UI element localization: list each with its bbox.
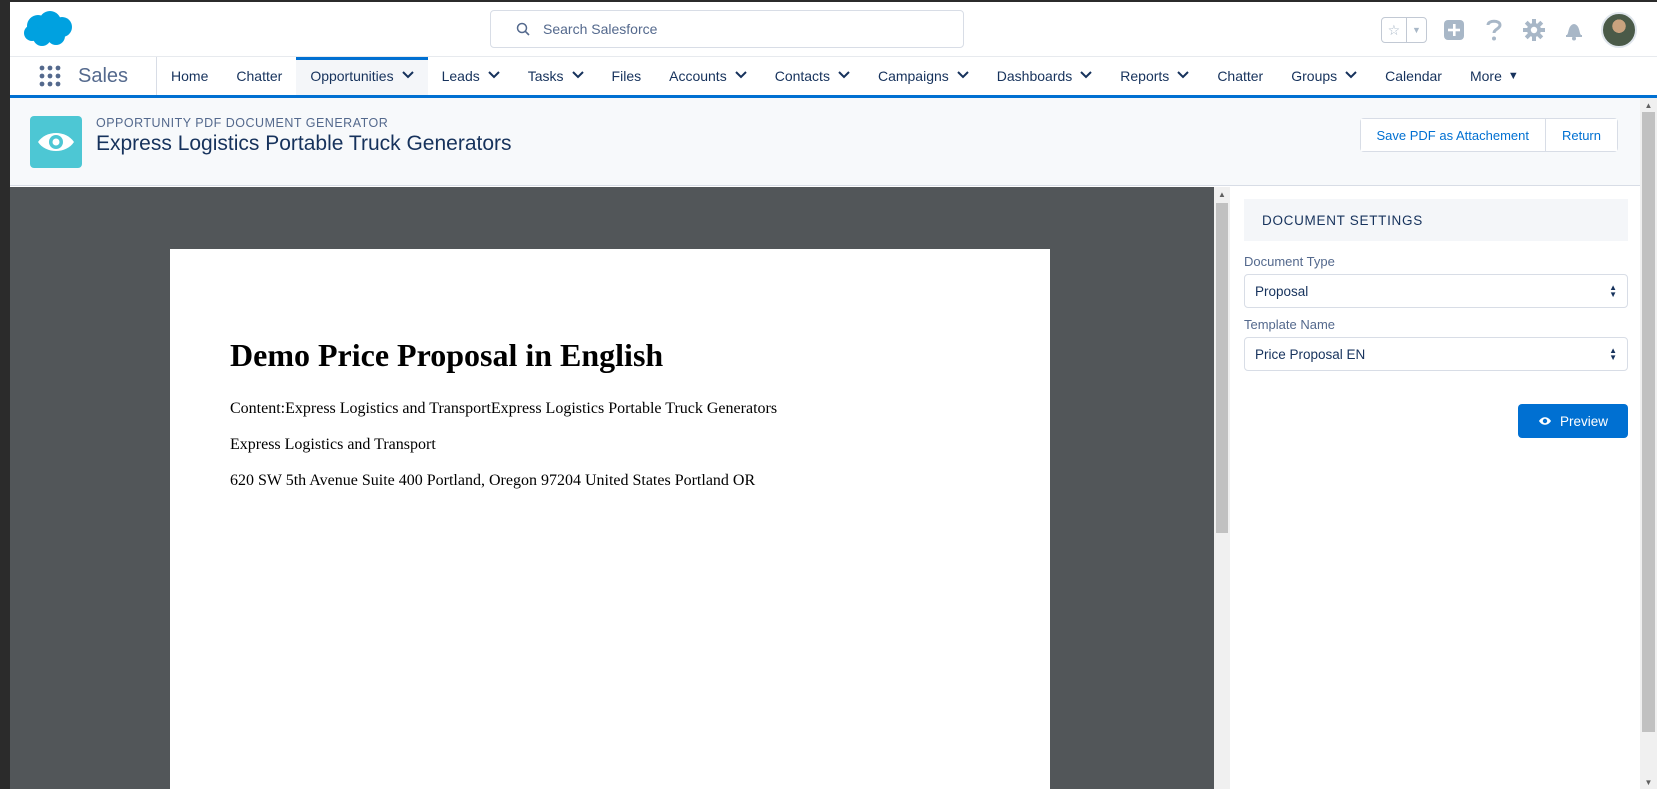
nav-more-menu[interactable]: More ▼ — [1456, 68, 1533, 84]
scroll-down-arrow-icon[interactable]: ▼ — [1640, 775, 1657, 789]
chevron-down-icon[interactable] — [1345, 70, 1357, 82]
page-header: OPPORTUNITY PDF DOCUMENT GENERATOR Expre… — [10, 98, 1640, 186]
nav-item-label: Calendar — [1385, 68, 1442, 84]
page-title: Express Logistics Portable Truck Generat… — [96, 132, 512, 155]
save-pdf-attachment-button[interactable]: Save PDF as Attachement — [1360, 119, 1545, 151]
nav-item-files[interactable]: Files — [598, 57, 656, 95]
favorites-button[interactable]: ☆ ▼ — [1381, 17, 1427, 43]
nav-item-contacts[interactable]: Contacts — [761, 57, 864, 95]
salesforce-cloud-logo[interactable] — [22, 10, 76, 48]
document-settings-panel: DOCUMENT SETTINGS Document Type Proposal… — [1230, 187, 1640, 789]
chevron-down-icon[interactable] — [734, 70, 747, 82]
nav-item-label: Reports — [1120, 68, 1170, 84]
eye-icon — [30, 116, 82, 168]
add-icon[interactable] — [1441, 17, 1467, 43]
nav-item-tasks[interactable]: Tasks — [514, 57, 598, 95]
document-type-select[interactable]: Proposal ▲ ▼ — [1244, 274, 1628, 308]
chevron-down-icon[interactable] — [1080, 70, 1092, 82]
document-address: 620 SW 5th Avenue Suite 400 Portland, Or… — [230, 472, 756, 489]
eye-icon — [1538, 414, 1552, 429]
nav-item-label: Dashboards — [996, 68, 1073, 84]
viewer-scrollbar[interactable]: ▲ — [1214, 187, 1230, 789]
notifications-bell-icon[interactable] — [1561, 17, 1587, 43]
star-icon: ☆ — [1382, 18, 1407, 42]
chevron-down-icon[interactable] — [571, 70, 584, 82]
chevron-down-icon[interactable] — [957, 70, 969, 82]
app-launcher-icon[interactable] — [30, 65, 70, 87]
page-scrollbar[interactable]: ▲ ▼ — [1640, 98, 1657, 789]
nav-item-dashboards[interactable]: Dashboards — [983, 57, 1107, 95]
caret-down-icon: ▼ — [1507, 70, 1519, 82]
preview-button[interactable]: Preview — [1518, 404, 1628, 438]
nav-item-opportunities[interactable]: Opportunities — [296, 57, 428, 95]
nav-item-label: Contacts — [774, 68, 830, 84]
chevron-down-icon[interactable] — [838, 70, 850, 82]
nav-item-chatter[interactable]: Chatter — [222, 57, 296, 95]
document-type-label: Document Type — [1244, 254, 1335, 269]
page-header-subtitle: OPPORTUNITY PDF DOCUMENT GENERATOR — [96, 116, 389, 130]
caret-down-icon: ▼ — [1411, 25, 1421, 35]
viewer-scroll-thumb[interactable] — [1216, 203, 1228, 533]
header-utility-icons: ☆ ▼ — [1381, 12, 1637, 48]
header-button-group: Save PDF as Attachement Return — [1359, 118, 1618, 152]
settings-heading: DOCUMENT SETTINGS — [1244, 199, 1628, 241]
search-icon — [503, 22, 543, 36]
chevron-down-icon[interactable] — [488, 70, 500, 82]
nav-item-label: Tasks — [527, 68, 564, 84]
help-icon[interactable] — [1481, 17, 1507, 43]
chevron-down-icon[interactable] — [1177, 70, 1190, 82]
nav-item-chatter[interactable]: Chatter — [1203, 57, 1277, 95]
app-name: Sales — [70, 57, 158, 95]
global-header: ☆ ▼ — [10, 2, 1657, 56]
scroll-up-arrow-icon[interactable]: ▲ — [1640, 98, 1657, 112]
nav-item-label: Chatter — [236, 68, 283, 84]
page-scroll-thumb[interactable] — [1642, 112, 1655, 732]
template-name-label: Template Name — [1244, 317, 1336, 332]
preview-label: Preview — [1559, 413, 1608, 429]
nav-item-label: Opportunities — [310, 68, 394, 84]
nav-item-label: Chatter — [1217, 68, 1264, 84]
nav-item-reports[interactable]: Reports — [1106, 57, 1203, 95]
return-button[interactable]: Return — [1544, 119, 1617, 151]
document-content-line: Content:Express Logistics and TransportE… — [230, 400, 778, 417]
nav-item-accounts[interactable]: Accounts — [655, 57, 761, 95]
document-heading: Demo Price Proposal in English — [230, 337, 664, 373]
chevron-down-icon[interactable] — [401, 70, 414, 82]
pdf-viewer[interactable]: Demo Price Proposal in English Content:E… — [10, 187, 1214, 789]
nav-item-label: Leads — [441, 68, 480, 84]
select-caret-icon: ▲ ▼ — [1609, 346, 1617, 362]
template-name-select[interactable]: Price Proposal EN ▲ ▼ — [1244, 337, 1628, 371]
nav-item-campaigns[interactable]: Campaigns — [864, 57, 983, 95]
nav-item-groups[interactable]: Groups — [1277, 57, 1371, 95]
nav-item-label: Groups — [1291, 68, 1338, 84]
document-type-value: Proposal — [1255, 283, 1309, 299]
scroll-up-arrow-icon[interactable]: ▲ — [1214, 187, 1230, 201]
nav-item-calendar[interactable]: Calendar — [1371, 57, 1456, 95]
select-caret-icon: ▲ ▼ — [1609, 283, 1617, 299]
nav-item-label: Files — [611, 68, 642, 84]
nav-items: Home Chatter Opportunities Leads Tasks Files A… — [157, 57, 1456, 95]
nav-item-label: Home — [171, 68, 209, 84]
app-navigation-bar: Sales Home Chatter Opportunities Leads Tasks… — [10, 56, 1657, 98]
nav-item-home[interactable]: Home — [157, 57, 222, 95]
user-avatar[interactable] — [1601, 12, 1637, 48]
nav-item-leads[interactable]: Leads — [428, 57, 514, 95]
pdf-page: Demo Price Proposal in English Content:E… — [170, 249, 1050, 789]
search-input[interactable] — [543, 21, 923, 37]
nav-more-label: More — [1469, 68, 1502, 84]
nav-item-label: Campaigns — [877, 68, 949, 84]
setup-gear-icon[interactable] — [1521, 17, 1547, 43]
nav-item-label: Accounts — [669, 68, 727, 84]
global-search[interactable] — [490, 10, 964, 48]
template-name-value: Price Proposal EN — [1255, 346, 1366, 362]
document-company: Express Logistics and Transport — [230, 436, 436, 453]
